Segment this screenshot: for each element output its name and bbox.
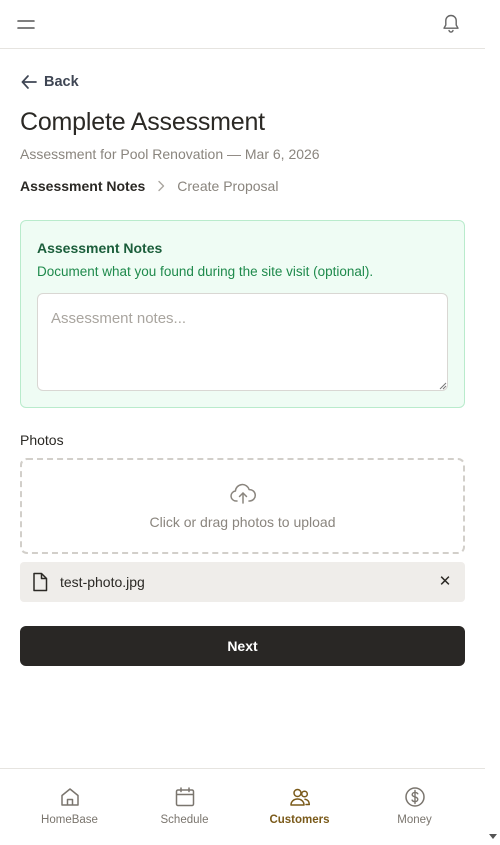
chevron-right-icon bbox=[158, 180, 165, 192]
home-icon bbox=[60, 788, 79, 806]
assessment-notes-card: Assessment Notes Document what you found… bbox=[20, 220, 465, 408]
file-icon bbox=[33, 572, 48, 592]
next-button[interactable]: Next bbox=[20, 626, 465, 666]
uploaded-file-row: test-photo.jpg ✕ bbox=[20, 562, 465, 602]
back-label: Back bbox=[44, 74, 79, 90]
bell-icon[interactable] bbox=[441, 13, 461, 35]
resize-grip-icon[interactable] bbox=[439, 382, 447, 390]
photo-dropzone[interactable]: Click or drag photos to upload bbox=[20, 458, 465, 554]
bottom-nav: HomeBase Schedule Customers Money bbox=[0, 768, 485, 845]
top-bar bbox=[0, 0, 485, 49]
nav-item-money[interactable]: Money bbox=[357, 769, 472, 845]
nav-label-homebase: HomeBase bbox=[41, 814, 98, 826]
back-link[interactable]: Back bbox=[20, 72, 79, 92]
nav-item-homebase[interactable]: HomeBase bbox=[12, 769, 127, 845]
arrow-left-icon bbox=[21, 75, 37, 89]
nav-label-schedule: Schedule bbox=[160, 814, 209, 826]
nav-label-money: Money bbox=[397, 814, 432, 826]
notes-title: Assessment Notes bbox=[37, 240, 163, 256]
dollar-icon bbox=[404, 787, 425, 807]
menu-icon[interactable] bbox=[16, 15, 36, 35]
page-subtitle: Assessment for Pool Renovation — Mar 6, … bbox=[20, 146, 320, 162]
page: Back Complete Assessment Assessment for … bbox=[0, 0, 485, 845]
step-assessment-notes[interactable]: Assessment Notes bbox=[20, 178, 145, 194]
dropzone-text: Click or drag photos to upload bbox=[149, 514, 336, 530]
nav-item-schedule[interactable]: Schedule bbox=[127, 769, 242, 845]
page-title: Complete Assessment bbox=[20, 108, 265, 136]
step-breadcrumb: Assessment Notes Create Proposal bbox=[20, 178, 278, 194]
nav-item-customers[interactable]: Customers bbox=[242, 769, 357, 845]
calendar-icon bbox=[175, 787, 194, 807]
scroll-down-arrow-icon[interactable] bbox=[489, 834, 497, 839]
step-create-proposal[interactable]: Create Proposal bbox=[177, 178, 278, 194]
scrollbar[interactable] bbox=[485, 0, 500, 845]
notes-description: Document what you found during the site … bbox=[37, 264, 374, 279]
assessment-notes-input[interactable] bbox=[37, 293, 448, 391]
remove-file-icon[interactable]: ✕ bbox=[438, 574, 452, 589]
users-icon bbox=[289, 788, 310, 806]
photos-label: Photos bbox=[20, 432, 64, 448]
file-name: test-photo.jpg bbox=[60, 574, 145, 590]
nav-label-customers: Customers bbox=[269, 814, 330, 826]
cloud-upload-icon bbox=[230, 483, 256, 504]
